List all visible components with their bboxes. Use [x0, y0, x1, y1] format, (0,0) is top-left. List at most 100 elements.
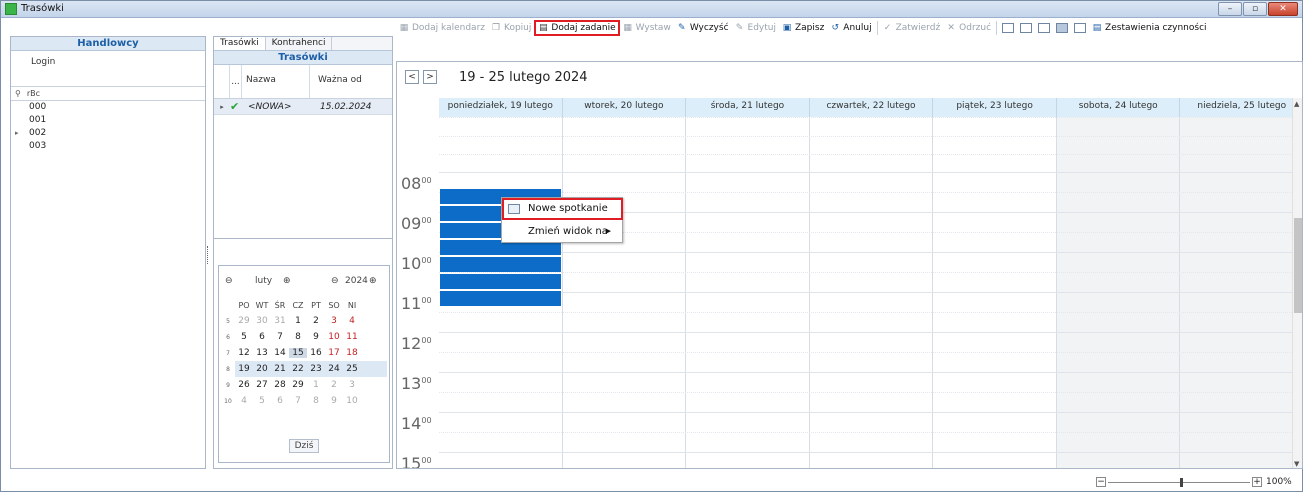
name-column-header[interactable]: Nazwa: [242, 65, 310, 98]
day-header[interactable]: poniedziałek, 19 lutego: [439, 98, 563, 117]
month-view-icon[interactable]: [1074, 23, 1087, 33]
list-item[interactable]: 003: [11, 140, 205, 153]
prev-year-icon[interactable]: ⊖: [331, 276, 339, 286]
calendar-day[interactable]: 11: [343, 332, 361, 342]
minimize-button[interactable]: –: [1218, 2, 1242, 16]
calendar-day[interactable]: 10: [343, 396, 361, 406]
change-view-menu-item[interactable]: Zmień widok na ▶: [502, 221, 623, 243]
edit-button[interactable]: ✎ Edytuj: [732, 20, 779, 36]
day-header[interactable]: sobota, 24 lutego: [1057, 98, 1181, 117]
calendar-day[interactable]: 8: [289, 332, 307, 342]
calendar-day[interactable]: 3: [325, 316, 343, 326]
day-column[interactable]: [563, 117, 687, 468]
calendar-day[interactable]: 14: [271, 348, 289, 358]
calendar-day[interactable]: 1: [307, 380, 325, 390]
zoom-in-button[interactable]: +: [1252, 477, 1262, 487]
calendar-day[interactable]: 2: [307, 316, 325, 326]
scroll-down-icon[interactable]: ▼: [1294, 460, 1299, 468]
calendar-day[interactable]: 6: [271, 396, 289, 406]
day-header[interactable]: niedziela, 25 lutego: [1180, 98, 1302, 117]
filter-condition-icon[interactable]: rBc: [27, 89, 40, 98]
next-year-icon[interactable]: ⊕: [369, 276, 377, 286]
calendar-day[interactable]: 27: [253, 380, 271, 390]
calendar-day[interactable]: 9: [307, 332, 325, 342]
calendar-day[interactable]: 8: [307, 396, 325, 406]
calendar-day[interactable]: 29: [235, 316, 253, 326]
filter-row[interactable]: ⚲ rBc: [11, 87, 205, 101]
calendar-day[interactable]: 17: [325, 348, 343, 358]
calendar-day[interactable]: 26: [235, 380, 253, 390]
calendar-day[interactable]: 3: [343, 380, 361, 390]
dots-column-header[interactable]: ...: [230, 65, 242, 98]
list-item[interactable]: ▸ 002: [11, 127, 205, 140]
next-month-icon[interactable]: ⊕: [283, 276, 291, 286]
today-button[interactable]: Dziś: [289, 439, 319, 453]
calendar-day[interactable]: 23: [307, 364, 325, 374]
calendar-day[interactable]: 18: [343, 348, 361, 358]
copy-button[interactable]: ❐ Kopiuj: [488, 20, 534, 36]
new-meeting-menu-item[interactable]: Nowe spotkanie: [502, 198, 623, 220]
week-view-icon[interactable]: [1038, 23, 1051, 33]
day-column[interactable]: [1180, 117, 1302, 468]
calendar-day[interactable]: 1: [289, 316, 307, 326]
day-column[interactable]: [686, 117, 810, 468]
calendar-day[interactable]: 6: [253, 332, 271, 342]
calendar-day[interactable]: 30: [253, 316, 271, 326]
vertical-scrollbar[interactable]: ▲ ▼: [1292, 98, 1302, 468]
calendar-day[interactable]: 10: [325, 332, 343, 342]
calendar-day[interactable]: 4: [343, 316, 361, 326]
calendar-day[interactable]: 5: [253, 396, 271, 406]
day-header[interactable]: czwartek, 22 lutego: [810, 98, 934, 117]
calendar-day[interactable]: 22: [289, 364, 307, 374]
issue-button[interactable]: ▦ Wystaw: [620, 20, 674, 36]
table-row[interactable]: ▸ ✔ <NOWA> 15.02.2024: [214, 99, 392, 115]
valid-from-column-header[interactable]: Ważna od: [310, 65, 392, 98]
calendar-day[interactable]: 31: [271, 316, 289, 326]
calendar-day[interactable]: 20: [253, 364, 271, 374]
selected-time-slot[interactable]: [440, 257, 561, 272]
calendar-day[interactable]: 2: [325, 380, 343, 390]
reports-button[interactable]: ▤ Zestawienia czynności: [1089, 20, 1209, 36]
zoom-track[interactable]: [1108, 482, 1250, 483]
zoom-out-button[interactable]: −: [1096, 477, 1106, 487]
close-button[interactable]: ✕: [1268, 2, 1298, 16]
calendar-day[interactable]: 19: [235, 364, 253, 374]
calendar-day[interactable]: 25: [343, 364, 361, 374]
day-column[interactable]: [810, 117, 934, 468]
selected-time-slot[interactable]: [440, 274, 561, 289]
login-column-header[interactable]: Login: [11, 51, 205, 87]
tab-kontrahenci[interactable]: Kontrahenci: [266, 37, 333, 50]
calendar-day[interactable]: 7: [271, 332, 289, 342]
calendar-day[interactable]: 21: [271, 364, 289, 374]
approve-button[interactable]: ✓ Zatwierdź: [880, 20, 944, 36]
selected-time-slot[interactable]: [440, 291, 561, 306]
reject-button[interactable]: ✕ Odrzuć: [943, 20, 994, 36]
day-view-icon[interactable]: [1002, 23, 1015, 33]
next-week-button[interactable]: >: [423, 70, 437, 84]
calendar-day[interactable]: 16: [307, 348, 325, 358]
calendar-day[interactable]: 5: [235, 332, 253, 342]
prev-month-icon[interactable]: ⊖: [225, 276, 233, 286]
calendar-day[interactable]: 15: [289, 348, 307, 358]
day-column[interactable]: [1056, 117, 1181, 468]
day-header[interactable]: środa, 21 lutego: [686, 98, 810, 117]
calendar-day[interactable]: 28: [271, 380, 289, 390]
calendar-day[interactable]: 4: [235, 396, 253, 406]
day-header[interactable]: wtorek, 20 lutego: [563, 98, 687, 117]
add-calendar-button[interactable]: ▦ Dodaj kalendarz: [396, 20, 488, 36]
calendar-day[interactable]: 13: [253, 348, 271, 358]
scroll-thumb[interactable]: [1294, 218, 1302, 313]
calendar-day[interactable]: 24: [325, 364, 343, 374]
panel-splitter[interactable]: [207, 246, 210, 264]
calendar-day[interactable]: 29: [289, 380, 307, 390]
calendar-day[interactable]: 12: [235, 348, 253, 358]
save-button[interactable]: ▣ Zapisz: [779, 20, 827, 36]
day-column[interactable]: [933, 117, 1057, 468]
work-week-view-icon[interactable]: [1020, 23, 1033, 33]
list-item[interactable]: 000: [11, 101, 205, 114]
tab-trasowki[interactable]: Trasówki: [214, 37, 266, 50]
prev-week-button[interactable]: <: [405, 70, 419, 84]
add-task-button[interactable]: ▤ Dodaj zadanie: [534, 20, 620, 36]
calendar-day[interactable]: 9: [325, 396, 343, 406]
clear-button[interactable]: ✎ Wyczyść: [674, 20, 732, 36]
